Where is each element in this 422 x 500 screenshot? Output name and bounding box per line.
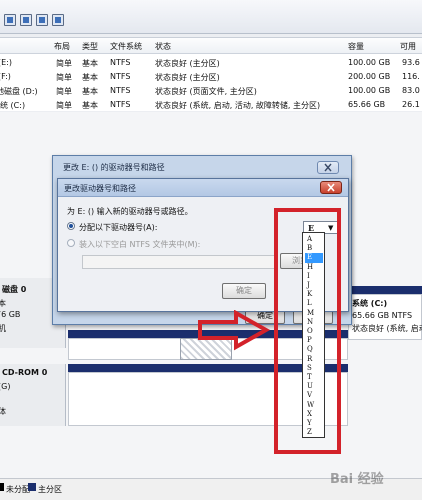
table-row[interactable]: (E:) 简单 基本 NTFS 状态良好 (主分区) 100.00 GB 93.… xyxy=(0,56,422,70)
volume-fs: NTFS xyxy=(110,100,131,109)
dialog-close-button[interactable] xyxy=(320,181,342,194)
watermark: Bai 经验 xyxy=(330,472,384,487)
column-header-type[interactable]: 类型 xyxy=(82,41,98,52)
volume-status: 状态良好 (系统, 启动, 活动, 故障转储, 主分区) xyxy=(155,101,321,110)
partition-c-header xyxy=(348,286,422,294)
legend-primary-swatch xyxy=(28,483,36,491)
dialog-titlebar: 更改驱动器号和路径 xyxy=(58,179,348,197)
volume-type: 基本 xyxy=(82,73,98,82)
disk0-type: 本 xyxy=(0,299,6,308)
assign-letter-label: 分配以下驱动器号(A): xyxy=(79,223,158,232)
refresh-icon[interactable] xyxy=(52,14,64,26)
ok-button[interactable]: 确定 xyxy=(222,283,266,299)
table-row[interactable]: 本地磁盘 (D:) 简单 基本 NTFS 状态良好 (页面文件, 主分区) 10… xyxy=(0,84,422,98)
volume-free: 93.6 xyxy=(402,58,420,67)
volume-type: 基本 xyxy=(82,59,98,68)
legend-unallocated-label: 未分配 xyxy=(6,485,30,494)
outer-close-button[interactable] xyxy=(317,161,339,174)
partition-c-size: 65.66 GB NTFS xyxy=(352,311,413,320)
partition-c[interactable]: 系统 (C:) 65.66 GB NTFS 状态良好 (系统, 启动 xyxy=(348,294,422,340)
volume-layout: 简单 xyxy=(56,87,72,96)
volume-name: (E:) xyxy=(0,58,12,67)
dialog-title: 更改驱动器号和路径 xyxy=(64,184,136,193)
volume-layout: 简单 xyxy=(56,73,72,82)
mount-folder-radio[interactable] xyxy=(67,239,75,247)
cdrom-state: 体 xyxy=(0,407,6,416)
outer-dialog-title: 更改 E: () 的驱动器号和路径 xyxy=(63,163,165,172)
partition-c-status: 状态良好 (系统, 启动 xyxy=(352,324,422,333)
cdrom-type: (G) xyxy=(0,382,11,391)
disk0-title: 磁盘 0 xyxy=(2,285,27,294)
volume-capacity: 100.00 GB xyxy=(348,86,391,95)
table-row[interactable]: 系统 (C:) 简单 基本 NTFS 状态良好 (系统, 启动, 活动, 故障转… xyxy=(0,98,422,112)
dialog-prompt: 为 E: () 输入新的驱动器号或路径。 xyxy=(67,207,193,216)
cdrom-label[interactable]: CD-ROM 0 (G) 体 xyxy=(0,364,66,426)
volume-layout: 简单 xyxy=(56,59,72,68)
volume-fs: NTFS xyxy=(110,86,131,95)
volume-capacity: 100.00 GB xyxy=(348,58,391,67)
mount-folder-label: 装入以下空白 NTFS 文件夹中(M): xyxy=(79,240,201,249)
volume-free: 116. xyxy=(402,72,420,81)
folder-path-input[interactable] xyxy=(82,255,278,269)
column-header-filesystem[interactable]: 文件系统 xyxy=(110,41,142,52)
close-icon xyxy=(324,163,332,172)
volume-status: 状态良好 (页面文件, 主分区) xyxy=(155,87,257,96)
column-header-status[interactable]: 状态 xyxy=(155,41,171,52)
volume-fs: NTFS xyxy=(110,58,131,67)
volume-layout: 简单 xyxy=(56,101,72,110)
red-arrow-icon xyxy=(198,310,271,351)
disk0-size: 76 GB xyxy=(0,310,21,319)
volume-fs: NTFS xyxy=(110,72,131,81)
back-icon[interactable] xyxy=(4,14,16,26)
column-header-free[interactable]: 可用 xyxy=(400,41,416,52)
volume-type: 基本 xyxy=(82,101,98,110)
volume-table: 布局 类型 文件系统 状态 容量 可用 (E:) 简单 基本 NTFS 状态良好… xyxy=(0,37,422,111)
search-icon[interactable] xyxy=(36,14,48,26)
cdrom-title: CD-ROM 0 xyxy=(2,368,48,377)
volume-capacity: 200.00 GB xyxy=(348,72,391,81)
volume-name: (F:) xyxy=(0,72,11,81)
legend-unallocated-swatch xyxy=(0,483,4,491)
close-icon xyxy=(327,183,335,192)
volume-name: 系统 (C:) xyxy=(0,101,26,110)
disk0-state: 机 xyxy=(0,324,6,333)
legend-primary-label: 主分区 xyxy=(38,485,62,494)
volume-type: 基本 xyxy=(82,87,98,96)
volume-free: 83.0 xyxy=(402,86,420,95)
table-row[interactable]: (F:) 简单 基本 NTFS 状态良好 (主分区) 200.00 GB 116… xyxy=(0,70,422,84)
volume-status: 状态良好 (主分区) xyxy=(155,73,220,82)
volume-status: 状态良好 (主分区) xyxy=(155,59,220,68)
partition-c-name: 系统 (C:) xyxy=(352,299,388,308)
assign-letter-radio[interactable] xyxy=(67,222,75,230)
volume-name: 本地磁盘 (D:) xyxy=(0,87,38,96)
volume-table-header: 布局 类型 文件系统 状态 容量 可用 xyxy=(0,38,422,54)
volume-capacity: 65.66 GB xyxy=(348,100,386,109)
toolbar xyxy=(0,0,422,34)
column-header-capacity[interactable]: 容量 xyxy=(348,41,364,52)
properties-icon[interactable] xyxy=(20,14,32,26)
highlight-box xyxy=(274,208,341,454)
volume-free: 26.1 xyxy=(402,100,420,109)
column-header-layout[interactable]: 布局 xyxy=(54,41,70,52)
